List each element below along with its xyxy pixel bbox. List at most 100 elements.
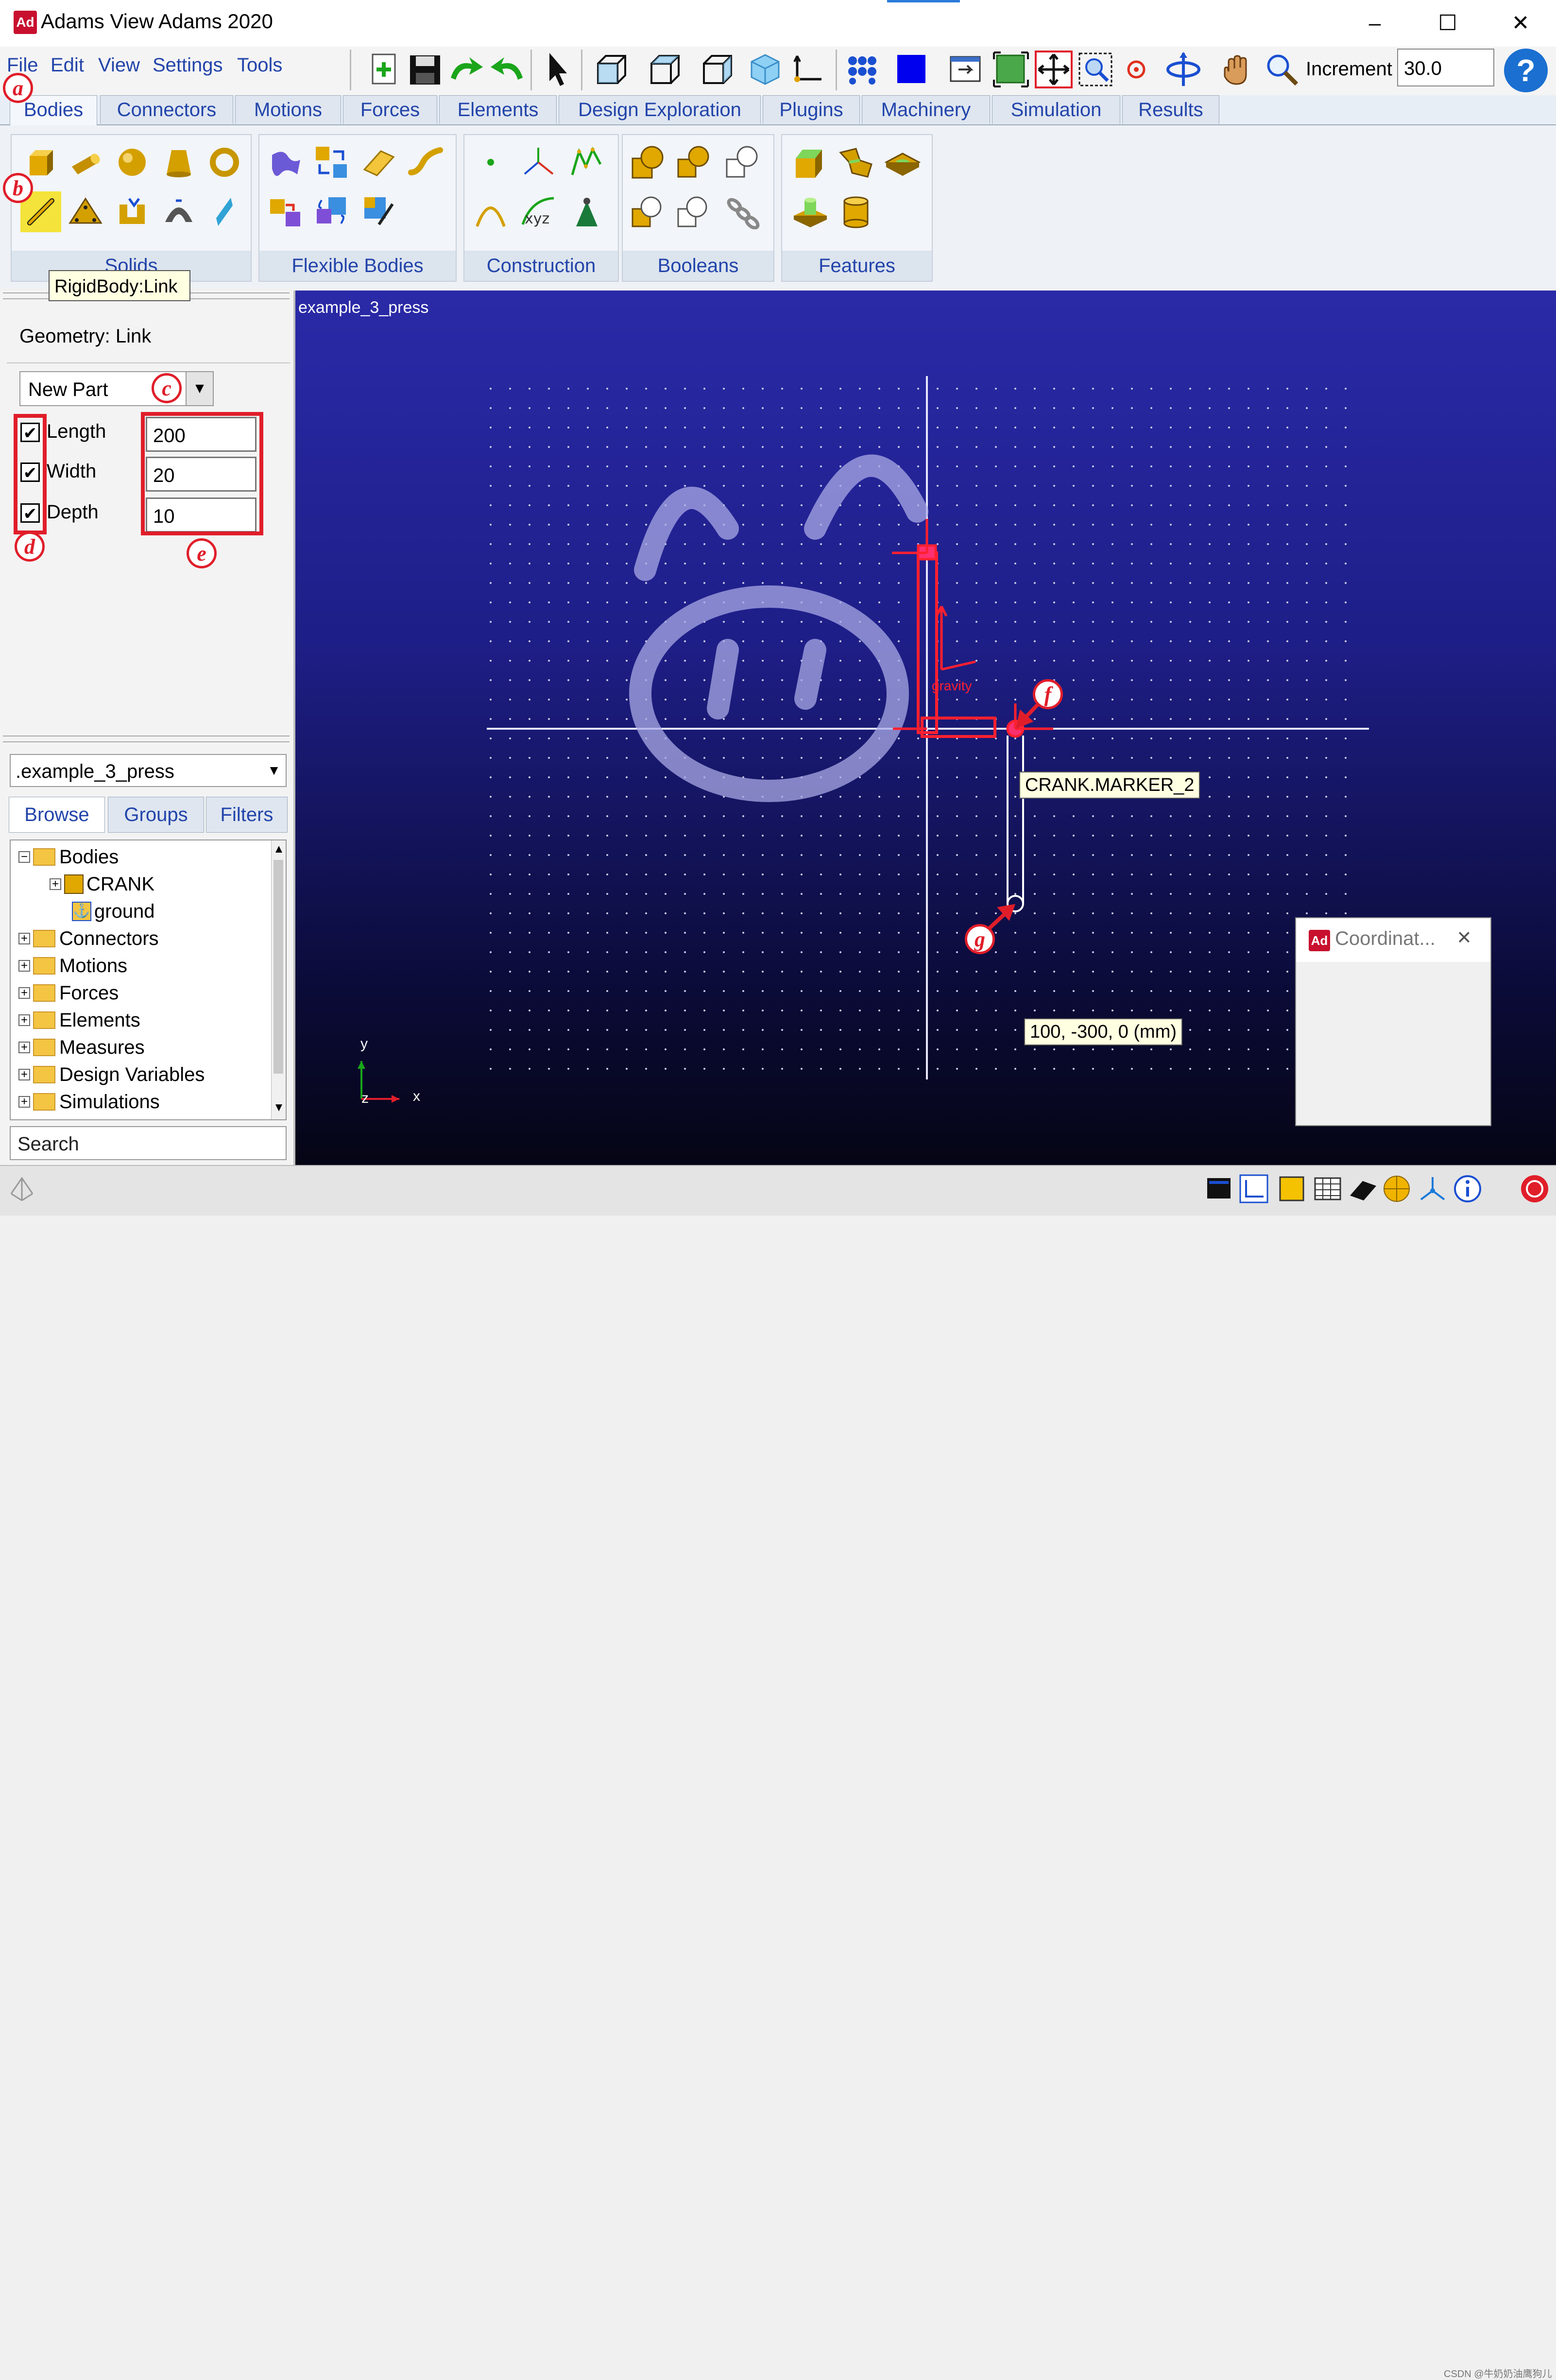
expand-icon[interactable]: + (18, 960, 30, 972)
panel-splitter[interactable] (3, 736, 290, 742)
stop-icon[interactable] (1519, 1173, 1551, 1205)
point-icon[interactable] (470, 142, 511, 183)
center-icon[interactable] (1117, 51, 1155, 88)
tree-item-elements[interactable]: + Elements (18, 1007, 140, 1034)
increment-input[interactable]: 30.0 (1397, 49, 1494, 86)
select-arrow-icon[interactable] (538, 51, 576, 88)
tree-scrollbar[interactable]: ▲ ▼ (271, 840, 286, 1119)
hollow-icon[interactable] (836, 191, 876, 232)
tree-item-forces[interactable]: + Forces (18, 979, 119, 1007)
flex-edit-icon[interactable] (359, 191, 399, 232)
help-icon[interactable]: ? (1504, 49, 1548, 92)
part-option-select[interactable]: New Part (19, 371, 214, 406)
redo-icon[interactable] (447, 51, 485, 88)
menu-edit[interactable]: Edit (51, 54, 84, 76)
spline-icon[interactable] (566, 191, 607, 232)
sphere-icon[interactable] (112, 142, 153, 183)
tree-item-connectors[interactable]: + Connectors (18, 925, 159, 952)
color-icon[interactable] (892, 51, 930, 88)
tab-connectors[interactable]: Connectors (100, 95, 233, 124)
tree-item-crank[interactable]: + CRANK (50, 871, 154, 898)
chamfer-icon[interactable] (790, 142, 831, 183)
tree-item-motions[interactable]: + Motions (18, 952, 127, 979)
flex-interface-icon[interactable] (311, 191, 352, 232)
tree-item-simulations[interactable]: + Simulations (18, 1088, 160, 1115)
flex-body-icon[interactable] (265, 142, 306, 183)
menu-view[interactable]: View (98, 54, 140, 76)
coordinate-dialog[interactable]: Ad Coordinat... ✕ (1295, 917, 1491, 1126)
zoom-box-icon[interactable] (1077, 51, 1114, 88)
model-select[interactable]: .example_3_press (10, 754, 287, 787)
working-grid-icon[interactable] (789, 51, 827, 88)
arc-icon[interactable] (470, 191, 511, 232)
flex-swap-icon[interactable] (311, 142, 352, 183)
boolean-intersect-icon[interactable] (722, 142, 763, 183)
expand-icon[interactable]: + (18, 1014, 30, 1026)
rotate-icon[interactable] (1164, 51, 1202, 88)
plate-icon[interactable] (65, 191, 106, 232)
collapse-icon[interactable]: − (18, 851, 30, 863)
expand-icon[interactable]: + (18, 987, 30, 999)
tab-design-exploration[interactable]: Design Exploration (559, 95, 761, 124)
boolean-split-icon[interactable] (673, 191, 714, 232)
view-top-icon[interactable] (645, 51, 683, 88)
view-front-icon[interactable] (592, 51, 630, 88)
tree-item-ground[interactable]: ⚓ ground (72, 898, 155, 925)
layout-icon[interactable] (992, 51, 1030, 88)
boolean-cut-icon[interactable] (628, 191, 668, 232)
undo-icon[interactable] (488, 51, 526, 88)
frustum-icon[interactable] (158, 142, 199, 183)
part-color-icon[interactable] (1276, 1173, 1308, 1205)
tree-item-measures[interactable]: + Measures (18, 1034, 145, 1061)
menu-file[interactable]: File (7, 54, 38, 76)
toggle-window-icon[interactable] (946, 51, 984, 88)
shading-icon[interactable] (1347, 1173, 1379, 1205)
menu-tools[interactable]: Tools (237, 54, 282, 76)
minimize-button[interactable]: – (1360, 9, 1389, 38)
marker-icon[interactable] (518, 142, 559, 183)
expand-icon[interactable]: + (50, 878, 61, 890)
view-right-icon[interactable] (698, 51, 735, 88)
rigid-to-flex-icon[interactable] (265, 191, 306, 232)
tab-results[interactable]: Results (1122, 95, 1219, 124)
chevron-down-icon[interactable]: ▼ (263, 756, 285, 785)
flex-beam-icon[interactable] (405, 142, 446, 183)
spline-xyz-icon[interactable]: xyz (518, 191, 559, 232)
expand-icon[interactable]: + (18, 1042, 30, 1053)
tree-item-design-variables[interactable]: + Design Variables (18, 1061, 205, 1088)
tab-motions[interactable]: Motions (235, 95, 341, 124)
scroll-up-icon[interactable]: ▲ (272, 842, 286, 856)
scroll-thumb[interactable] (274, 860, 283, 1074)
viewflex-icon[interactable] (359, 142, 399, 183)
triad-icon[interactable] (1417, 1173, 1449, 1205)
torus-icon[interactable] (204, 142, 245, 183)
revolution-icon[interactable] (158, 191, 199, 232)
window-icon[interactable] (1203, 1173, 1235, 1205)
new-model-icon[interactable] (365, 51, 403, 88)
save-icon[interactable] (406, 51, 444, 88)
menu-settings[interactable]: Settings (153, 54, 223, 76)
boolean-union-icon[interactable] (628, 142, 668, 183)
cylinder-icon[interactable] (65, 142, 106, 183)
close-button[interactable]: ✕ (1506, 9, 1535, 38)
search-input[interactable]: Search (10, 1126, 287, 1160)
chevron-down-icon[interactable]: ▼ (186, 372, 213, 405)
extrusion-icon[interactable] (112, 191, 153, 232)
scroll-down-icon[interactable]: ▼ (272, 1101, 286, 1114)
tab-filters[interactable]: Filters (206, 797, 288, 833)
expand-icon[interactable]: + (18, 1069, 30, 1080)
tab-machinery[interactable]: Machinery (862, 95, 990, 124)
tab-plugins[interactable]: Plugins (763, 95, 860, 124)
expand-icon[interactable]: + (18, 1096, 30, 1108)
render-mode-icon[interactable] (843, 51, 881, 88)
tree-item-bodies[interactable]: − Bodies (18, 843, 119, 871)
polyline-icon[interactable] (566, 142, 607, 183)
zoom-icon[interactable] (1263, 51, 1301, 88)
info-icon[interactable] (1452, 1173, 1484, 1205)
coordinate-system-icon[interactable] (1238, 1173, 1270, 1205)
fit-icon[interactable] (1035, 51, 1073, 88)
table-icon[interactable] (1312, 1173, 1344, 1205)
maximize-button[interactable]: ☐ (1433, 9, 1462, 38)
blend-icon[interactable] (836, 142, 876, 183)
pan-hand-icon[interactable] (1218, 51, 1256, 88)
